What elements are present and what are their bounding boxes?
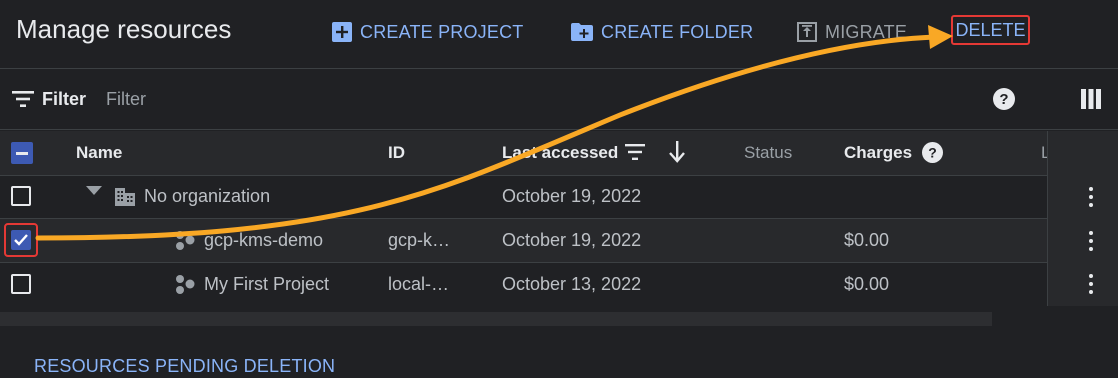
checkbox-highlight: [4, 223, 38, 257]
migrate-label: MIGRATE: [825, 21, 908, 42]
create-project-button[interactable]: CREATE PROJECT: [332, 19, 523, 45]
filter-bar: Filter Filter ?: [0, 69, 1118, 130]
select-all-checkbox[interactable]: [11, 142, 33, 164]
row-charges: $0.00: [844, 274, 890, 294]
migrate-icon: [797, 22, 817, 42]
row-actions-cell: [1047, 175, 1118, 219]
create-project-label: CREATE PROJECT: [360, 21, 524, 42]
folder-add-icon: [571, 23, 593, 41]
project-icon: [176, 231, 195, 250]
horizontal-scrollbar[interactable]: [0, 306, 1118, 332]
charges-help-icon[interactable]: ?: [922, 142, 943, 163]
more-vert-icon[interactable]: [1083, 271, 1099, 297]
sort-icon[interactable]: [625, 144, 645, 160]
create-folder-label: CREATE FOLDER: [601, 21, 754, 42]
table-row[interactable]: My First Project local-… October 13, 202…: [0, 263, 1118, 307]
toolbar: Manage resources CREATE PROJECT CREATE F…: [0, 0, 1118, 69]
filter-label: Filter: [42, 89, 87, 109]
organization-icon: [115, 188, 135, 206]
svg-text:?: ?: [999, 91, 1008, 108]
more-vert-icon[interactable]: [1083, 184, 1099, 210]
page-title: Manage resources: [16, 14, 232, 44]
row-name[interactable]: My First Project: [204, 274, 329, 295]
row-actions-cell: [1047, 219, 1118, 263]
more-vert-icon[interactable]: [1083, 228, 1099, 254]
column-display-icon[interactable]: [1081, 89, 1101, 109]
create-folder-button[interactable]: CREATE FOLDER: [571, 19, 753, 45]
svg-text:?: ?: [928, 145, 937, 161]
column-header-status[interactable]: Status: [744, 143, 792, 163]
project-icon: [176, 275, 195, 294]
table-header: Name ID Last accessed Status Charges ? L: [0, 131, 1118, 176]
row-last-accessed: October 19, 2022: [502, 230, 642, 250]
indeterminate-icon: [16, 152, 28, 155]
table-row[interactable]: gcp-kms-demo gcp-k… October 19, 2022 $0.…: [0, 219, 1118, 263]
add-box-icon: [332, 22, 352, 42]
row-charges: $0.00: [844, 230, 890, 250]
help-icon[interactable]: ?: [993, 88, 1015, 110]
column-header-last-accessed[interactable]: Last accessed: [502, 143, 618, 163]
row-name[interactable]: No organization: [144, 186, 270, 207]
row-checkbox[interactable]: [11, 186, 31, 206]
arrow-down-icon[interactable]: [669, 141, 685, 163]
table-row[interactable]: No organization October 19, 2022: [0, 175, 1118, 219]
row-name[interactable]: gcp-kms-demo: [204, 230, 323, 251]
row-actions-cell: [1047, 263, 1118, 306]
column-header-charges[interactable]: Charges: [844, 143, 912, 163]
filter-input[interactable]: Filter: [106, 89, 146, 110]
column-header-name[interactable]: Name: [76, 143, 122, 163]
row-last-accessed: October 13, 2022: [502, 274, 642, 294]
expand-arrow-icon[interactable]: [86, 186, 102, 196]
row-last-accessed: October 19, 2022: [502, 186, 642, 206]
filter-list-icon[interactable]: [12, 91, 34, 107]
row-id: local-…: [388, 274, 450, 294]
row-id: gcp-k…: [388, 230, 451, 250]
pending-deletion-link[interactable]: RESOURCES PENDING DELETION: [34, 356, 335, 377]
column-header-id[interactable]: ID: [388, 143, 405, 163]
scrollbar-track[interactable]: [0, 312, 992, 326]
actions-column-header: [1047, 131, 1118, 175]
delete-button[interactable]: DELETE: [951, 15, 1030, 45]
row-checkbox[interactable]: [11, 274, 31, 294]
migrate-button[interactable]: MIGRATE: [797, 19, 907, 45]
